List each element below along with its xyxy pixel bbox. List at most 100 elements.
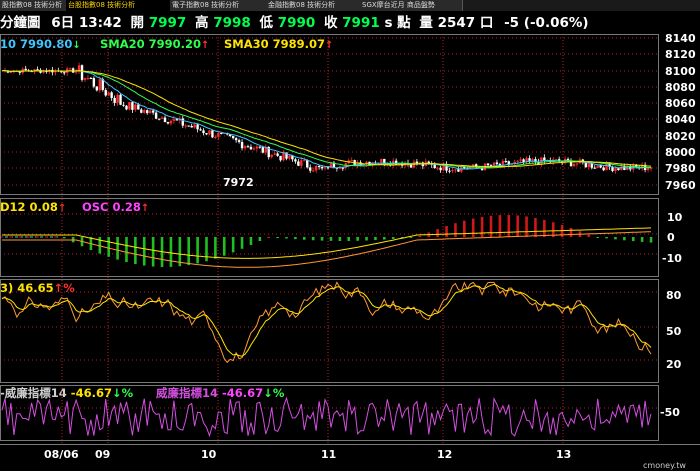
kd-tick-2: 20 — [666, 358, 682, 371]
candle-body-101 — [300, 160, 303, 166]
candle-body-97 — [288, 155, 291, 159]
candle-body-92 — [273, 153, 276, 155]
macd-bar-6 — [18, 236, 22, 238]
macd-bar-105 — [311, 237, 315, 241]
candle-body-87 — [258, 146, 262, 148]
candle-body-78 — [231, 136, 235, 139]
candle-body-33 — [98, 79, 101, 91]
candle-body-63 — [187, 125, 190, 127]
panel-border-kd — [0, 279, 659, 383]
kd-tick-1: 50 — [666, 325, 682, 338]
macd-bar-213 — [631, 237, 635, 242]
macd-bar-111 — [329, 237, 333, 241]
candle-body-194 — [575, 163, 579, 165]
candle-body-43 — [128, 102, 131, 110]
watermark-logo: cmoney.tw — [643, 461, 686, 470]
price-tick-2: 8100 — [665, 65, 696, 78]
macd-bar-93 — [276, 237, 279, 238]
k-line — [1, 281, 652, 364]
date-label-1: 09 — [95, 448, 110, 461]
candle-body-84 — [249, 146, 253, 150]
candle-body-39 — [116, 94, 119, 103]
candle-body-147 — [436, 167, 439, 169]
candle-body-30 — [89, 78, 93, 80]
macd-bar-129 — [383, 237, 386, 240]
panel-border-price — [0, 34, 659, 195]
macd-bar-78 — [231, 237, 235, 253]
candle-body-40 — [119, 94, 122, 105]
macd-bar-69 — [205, 237, 208, 262]
candle-body-200 — [593, 167, 596, 169]
kd-tick-0: 80 — [666, 289, 682, 302]
macd-bar-15 — [45, 236, 48, 238]
candle-body-74 — [220, 133, 223, 135]
candle-body-83 — [246, 146, 250, 148]
candle-body-61 — [181, 118, 184, 126]
date-label-4: 12 — [437, 448, 452, 461]
macd-bar-156 — [463, 220, 466, 237]
macd-bar-42 — [125, 237, 128, 263]
macd-bar-66 — [196, 237, 199, 264]
candle-body-28 — [83, 78, 87, 80]
price-tick-7: 8000 — [665, 146, 696, 159]
williams-line — [1, 396, 652, 438]
candle-body-201 — [596, 165, 599, 168]
candle-body-36 — [107, 92, 110, 96]
macd-tick-1: 0 — [667, 231, 675, 244]
candle-body-3 — [9, 71, 13, 73]
macd-bar-177 — [525, 216, 528, 237]
candle-body-62 — [184, 125, 187, 127]
macd-tick-2: -10 — [662, 252, 682, 265]
candle-body-73 — [217, 133, 220, 137]
candle-body-38 — [113, 97, 116, 103]
candle-body-35 — [104, 89, 107, 96]
macd-bar-126 — [374, 237, 377, 241]
candle-body-207 — [614, 168, 617, 171]
candle-body-174 — [516, 160, 519, 162]
candle-body-66 — [196, 124, 199, 130]
candle-body-71 — [211, 130, 214, 138]
candle-body-148 — [439, 167, 442, 171]
candle-body-203 — [602, 167, 605, 171]
candle-body-100 — [297, 161, 300, 166]
date-label-3: 11 — [321, 448, 336, 461]
macd-bar-99 — [294, 237, 297, 240]
candle-body-170 — [504, 161, 508, 163]
candle-body-41 — [122, 104, 125, 106]
candle-body-80 — [237, 140, 241, 142]
candle-body-110 — [326, 167, 330, 169]
candle-body-47 — [140, 109, 143, 113]
candle-body-56 — [166, 122, 170, 124]
candle-body-42 — [125, 105, 128, 110]
macd-bar-87 — [258, 237, 262, 242]
x-axis-dates: 08/06 09 10 11 12 13 — [44, 448, 571, 461]
candle-body-37 — [110, 92, 113, 98]
candle-body-54 — [160, 117, 164, 119]
price-tick-6: 8020 — [665, 130, 696, 143]
macd-bar-219 — [649, 237, 653, 243]
macd-bar-117 — [347, 237, 351, 241]
macd-bar-216 — [640, 237, 644, 242]
macd-bar-36 — [107, 237, 110, 257]
candle-body-79 — [234, 138, 238, 141]
candle-body-46 — [137, 104, 140, 110]
candle-body-50 — [148, 110, 152, 114]
candle-body-167 — [495, 162, 499, 165]
candle-body-154 — [457, 169, 460, 172]
macd-bar-162 — [480, 216, 484, 237]
candle-body-175 — [519, 159, 522, 161]
price-tick-4: 8060 — [665, 97, 696, 110]
macd-bar-75 — [222, 237, 226, 256]
candle-body-65 — [193, 124, 196, 128]
macd-bar-102 — [302, 237, 306, 240]
candle-body-91 — [270, 154, 273, 158]
candle-body-59 — [175, 119, 179, 121]
candle-body-202 — [599, 165, 602, 168]
candle-body-193 — [572, 163, 576, 167]
candle-body-218 — [646, 168, 650, 170]
macd-bar-57 — [169, 237, 173, 267]
price-tick-3: 8080 — [665, 81, 696, 94]
chart-canvas[interactable]: 8140 8120 8100 8080 8060 8040 8020 8000 … — [0, 0, 700, 471]
candle-body-44 — [131, 102, 134, 110]
candle-body-128 — [380, 158, 383, 163]
